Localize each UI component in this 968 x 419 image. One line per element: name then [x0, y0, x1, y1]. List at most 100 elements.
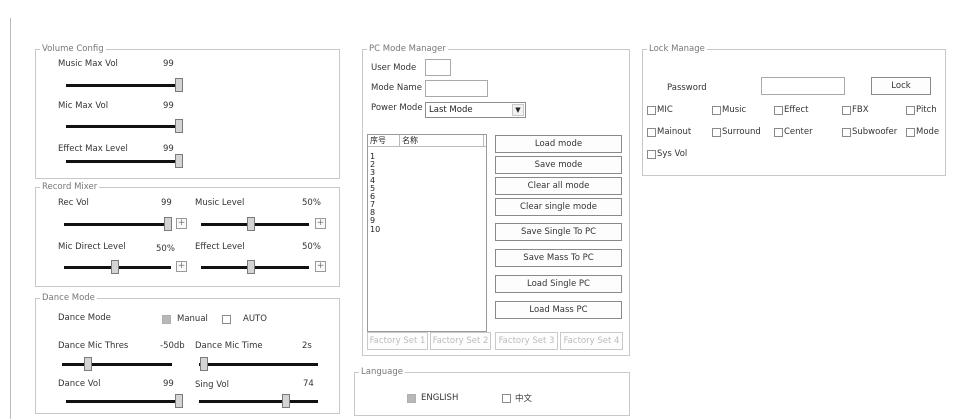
mode-list[interactable]: 序号 名称 1 2 3 4 5 6 7 8 9 10 — [367, 134, 487, 332]
lock-music-label: Music — [722, 105, 747, 115]
mic-max-vol-slider[interactable] — [66, 125, 179, 128]
dance-mic-thres-slider[interactable] — [62, 363, 172, 366]
chevron-down-icon[interactable]: ▼ — [512, 104, 524, 116]
lock-mic-checkbox[interactable] — [647, 106, 656, 115]
mic-direct-level-plus-button[interactable]: + — [176, 261, 187, 272]
save-mass-to-pc-button[interactable]: Save Mass To PC — [495, 249, 622, 267]
list-item[interactable]: 10 — [370, 226, 380, 234]
dance-vol-label: Dance Vol — [58, 379, 101, 389]
manual-checkbox[interactable] — [162, 315, 171, 324]
lock-surround-label: Surround — [722, 127, 761, 137]
mic-max-vol-label: Mic Max Vol — [58, 101, 109, 111]
rec-vol-plus-button[interactable]: + — [176, 218, 187, 229]
rec-vol-value: 99 — [161, 198, 172, 208]
lock-center-checkbox[interactable] — [774, 128, 783, 137]
lock-mainout-checkbox[interactable] — [647, 128, 656, 137]
sing-vol-value: 74 — [303, 379, 314, 389]
dance-vol-value: 99 — [163, 379, 174, 389]
factory-set-3-button[interactable]: Factory Set 3 — [495, 332, 558, 350]
power-mode-value: Last Mode — [429, 105, 473, 115]
dance-mode-title: Dance Mode — [40, 292, 97, 304]
volume-config-title: Volume Config — [40, 43, 106, 55]
music-max-vol-thumb[interactable] — [175, 78, 183, 92]
music-max-vol-label: Music Max Vol — [58, 59, 118, 69]
lock-pitch-checkbox[interactable] — [906, 106, 915, 115]
clear-single-mode-button[interactable]: Clear single mode — [495, 198, 622, 216]
chinese-checkbox[interactable] — [502, 394, 511, 403]
record-mixer-group: Record Mixer Rec Vol 99 + Music Level 50… — [35, 181, 340, 287]
load-mode-button[interactable]: Load mode — [495, 135, 622, 153]
lock-sys-vol-checkbox[interactable] — [647, 150, 656, 159]
user-mode-field[interactable] — [425, 59, 451, 76]
mic-max-vol-thumb[interactable] — [175, 119, 183, 133]
sing-vol-thumb[interactable] — [282, 394, 290, 408]
list-header-name[interactable]: 名称 — [400, 135, 484, 147]
effect-level-plus-button[interactable]: + — [315, 261, 326, 272]
dance-mic-thres-thumb[interactable] — [84, 357, 92, 371]
effect-max-level-slider[interactable] — [66, 160, 179, 163]
dance-vol-thumb[interactable] — [175, 394, 183, 408]
dance-vol-slider[interactable] — [66, 400, 179, 403]
lock-music-checkbox[interactable] — [712, 106, 721, 115]
sing-vol-slider[interactable] — [199, 400, 318, 403]
english-checkbox[interactable] — [407, 394, 416, 403]
mic-direct-level-value: 50% — [156, 244, 175, 254]
dance-mic-time-slider[interactable] — [199, 363, 318, 366]
record-mixer-title: Record Mixer — [40, 181, 100, 193]
window-left-edge — [10, 18, 11, 419]
lock-center-label: Center — [784, 127, 813, 137]
mic-direct-level-label: Mic Direct Level — [58, 242, 126, 252]
music-level-label: Music Level — [195, 198, 245, 208]
music-level-thumb[interactable] — [247, 217, 255, 231]
effect-level-value: 50% — [302, 242, 321, 252]
lock-effect-label: Effect — [784, 105, 809, 115]
power-mode-select[interactable]: Last Mode ▼ — [425, 102, 526, 118]
save-mode-button[interactable]: Save mode — [495, 156, 622, 174]
list-header-index[interactable]: 序号 — [368, 135, 400, 147]
lock-subwoofer-checkbox[interactable] — [842, 128, 851, 137]
manual-label: Manual — [177, 314, 208, 324]
effect-level-thumb[interactable] — [247, 260, 255, 274]
lock-mode-checkbox[interactable] — [906, 128, 915, 137]
password-label: Password — [667, 83, 707, 93]
factory-set-4-button[interactable]: Factory Set 4 — [560, 332, 623, 350]
rec-vol-thumb[interactable] — [164, 217, 172, 231]
mode-name-label: Mode Name — [371, 83, 422, 93]
clear-all-mode-button[interactable]: Clear all mode — [495, 177, 622, 195]
mic-max-vol-value: 99 — [163, 101, 174, 111]
lock-button[interactable]: Lock — [871, 77, 931, 95]
power-mode-label: Power Mode — [371, 103, 423, 113]
mode-name-field[interactable] — [425, 80, 488, 97]
password-field[interactable] — [761, 77, 845, 95]
lock-fbx-checkbox[interactable] — [842, 106, 851, 115]
factory-set-2-button[interactable]: Factory Set 2 — [430, 332, 491, 350]
dance-mode-label: Dance Mode — [58, 313, 111, 323]
rec-vol-label: Rec Vol — [58, 198, 89, 208]
lock-mode-label: Mode — [916, 127, 940, 137]
effect-max-level-thumb[interactable] — [175, 154, 183, 168]
load-mass-pc-button[interactable]: Load Mass PC — [495, 301, 622, 319]
lock-effect-checkbox[interactable] — [774, 106, 783, 115]
english-label: ENGLISH — [421, 393, 459, 403]
mode-list-header: 序号 名称 — [368, 135, 486, 147]
load-single-pc-button[interactable]: Load Single PC — [495, 275, 622, 293]
lock-surround-checkbox[interactable] — [712, 128, 721, 137]
save-single-to-pc-button[interactable]: Save Single To PC — [495, 223, 622, 241]
factory-set-1-button[interactable]: Factory Set 1 — [367, 332, 428, 350]
rec-vol-slider[interactable] — [64, 223, 171, 226]
list-item[interactable]: 9 — [370, 217, 375, 225]
music-max-vol-slider[interactable] — [66, 84, 179, 87]
pc-mode-manager-group: PC Mode Manager User Mode Mode Name Powe… — [362, 43, 630, 356]
music-level-slider[interactable] — [201, 223, 309, 226]
lock-manage-group: Lock Manage Password Lock MIC Music Effe… — [642, 43, 946, 176]
music-level-plus-button[interactable]: + — [315, 218, 326, 229]
auto-checkbox[interactable] — [222, 315, 231, 324]
dance-mic-time-thumb[interactable] — [200, 357, 208, 371]
lock-sys-vol-label: Sys Vol — [657, 149, 688, 159]
volume-config-group: Volume Config Music Max Vol 99 Mic Max V… — [35, 43, 340, 179]
chinese-label: 中文 — [515, 394, 533, 404]
effect-level-slider[interactable] — [201, 266, 309, 269]
lock-subwoofer-label: Subwoofer — [852, 127, 898, 137]
dance-mic-time-label: Dance Mic Time — [195, 341, 263, 351]
mic-direct-level-thumb[interactable] — [111, 260, 119, 274]
